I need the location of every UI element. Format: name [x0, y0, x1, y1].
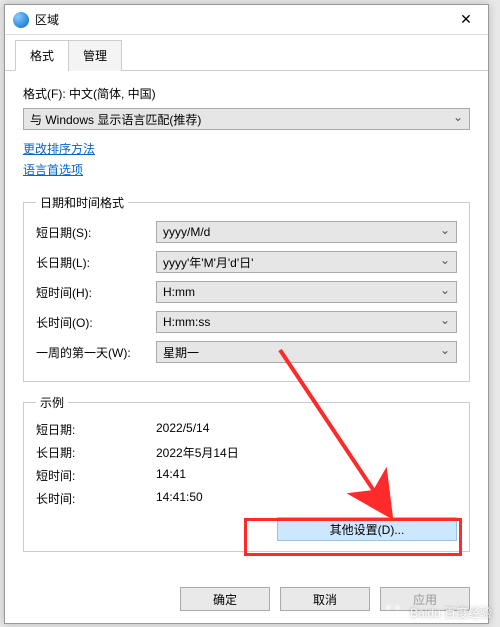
window-title: 区域 [35, 11, 446, 28]
short-date-label: 短日期(S): [36, 224, 156, 241]
ex-short-date-value: 2022/5/14 [156, 421, 209, 438]
watermark-text: Baidu 百度经验 [410, 604, 492, 621]
example-legend: 示例 [36, 394, 68, 411]
titlebar: 区域 ✕ [5, 5, 488, 35]
example-group: 示例 短日期:2022/5/14 长日期:2022年5月14日 短时间:14:4… [23, 394, 470, 552]
long-date-label: 长日期(L): [36, 254, 156, 271]
ex-short-time-value: 14:41 [156, 467, 186, 484]
cancel-button[interactable]: 取消 [280, 587, 370, 611]
tab-format[interactable]: 格式 [15, 40, 69, 71]
ex-long-date-label: 长日期: [36, 444, 156, 461]
paw-icon [382, 601, 404, 623]
link-sort-method[interactable]: 更改排序方法 [23, 140, 95, 157]
globe-icon [13, 12, 29, 28]
ex-short-date-label: 短日期: [36, 421, 156, 438]
tab-strip: 格式 管理 [5, 35, 488, 71]
datetime-format-group: 日期和时间格式 短日期(S): yyyy/M/d 长日期(L): yyyy'年'… [23, 194, 470, 382]
long-time-select[interactable]: H:mm:ss [156, 311, 457, 333]
ex-long-date-value: 2022年5月14日 [156, 444, 239, 461]
ex-long-time-value: 14:41:50 [156, 490, 203, 507]
ex-short-time-label: 短时间: [36, 467, 156, 484]
short-date-select[interactable]: yyyy/M/d [156, 221, 457, 243]
region-dialog: 区域 ✕ 格式 管理 格式(F): 中文(简体, 中国) 与 Windows 显… [4, 4, 489, 624]
close-button[interactable]: ✕ [446, 6, 486, 34]
long-time-label: 长时间(O): [36, 314, 156, 331]
language-select-value: 与 Windows 显示语言匹配(推荐) [30, 111, 201, 128]
tab-admin[interactable]: 管理 [68, 40, 122, 71]
short-time-label: 短时间(H): [36, 284, 156, 301]
datetime-legend: 日期和时间格式 [36, 194, 128, 211]
additional-settings-button[interactable]: 其他设置(D)... [277, 517, 457, 541]
link-language-pref[interactable]: 语言首选项 [23, 161, 83, 178]
ex-long-time-label: 长时间: [36, 490, 156, 507]
format-label: 格式(F): 中文(简体, 中国) [23, 85, 470, 102]
first-day-select[interactable]: 星期一 [156, 341, 457, 363]
language-select[interactable]: 与 Windows 显示语言匹配(推荐) [23, 108, 470, 130]
watermark: Baidu 百度经验 [382, 601, 492, 623]
ok-button[interactable]: 确定 [180, 587, 270, 611]
first-day-label: 一周的第一天(W): [36, 344, 156, 361]
long-date-select[interactable]: yyyy'年'M'月'd'日' [156, 251, 457, 273]
short-time-select[interactable]: H:mm [156, 281, 457, 303]
tab-content: 格式(F): 中文(简体, 中国) 与 Windows 显示语言匹配(推荐) 更… [5, 71, 488, 566]
